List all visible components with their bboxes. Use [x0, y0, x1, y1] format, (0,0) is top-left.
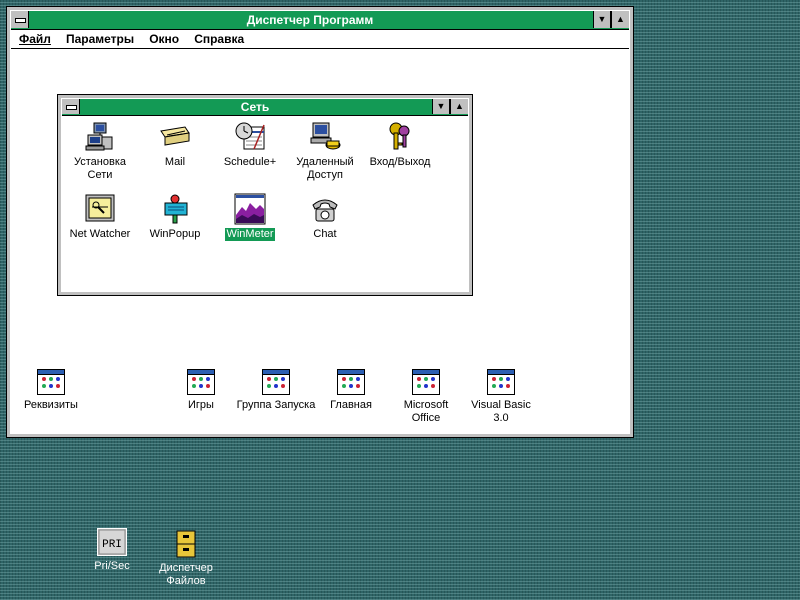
program-icon-network-setup[interactable]: Установка Сети [60, 121, 140, 182]
program-group-icon [262, 369, 290, 395]
group-label: Главная [330, 399, 372, 411]
desktop-icon-pri-sec[interactable]: PRI Pri/Sec [72, 528, 152, 573]
window-title: Диспетчер Программ [246, 13, 374, 27]
maximize-button[interactable]: ▲ [611, 11, 629, 28]
group-maximize-button[interactable]: ▲ [450, 99, 468, 114]
group-icon-startup[interactable]: Группа Запуска [231, 369, 321, 412]
program-icon-winmeter[interactable]: WinMeter [210, 193, 290, 241]
network-setup-icon [84, 121, 116, 153]
mail-icon [159, 121, 191, 153]
system-menu-icon [66, 105, 77, 110]
pri-badge-text: PRI [102, 539, 122, 551]
winmeter-icon [234, 193, 266, 225]
program-icon-winpopup[interactable]: WinPopup [135, 193, 215, 241]
file-manager-icon [175, 530, 197, 558]
icon-label: Вход/Выход [369, 156, 431, 168]
menu-window[interactable]: Окно [149, 30, 179, 48]
group-icon-ms-office[interactable]: Microsoft Office [386, 369, 466, 425]
minimize-button[interactable]: ▼ [593, 11, 611, 28]
icon-label: Net Watcher [69, 228, 131, 240]
icon-label: Chat [313, 228, 337, 240]
icon-label: Удаленный Доступ [296, 156, 354, 181]
program-icon-schedule[interactable]: Schedule+ [210, 121, 290, 169]
menu-bar: Файл Параметры Окно Справка [11, 30, 629, 49]
program-group-icon [187, 369, 215, 395]
system-menu-button[interactable] [11, 11, 29, 28]
menu-file[interactable]: Файл [19, 30, 51, 48]
program-icon-logon[interactable]: Вход/Выход [360, 121, 440, 169]
menu-options[interactable]: Параметры [66, 30, 134, 48]
logon-keys-icon [384, 121, 416, 153]
program-icon-chat[interactable]: Chat [285, 193, 365, 241]
group-label: Группа Запуска [236, 399, 316, 411]
program-icon-mail[interactable]: Mail [135, 121, 215, 169]
schedule-icon [234, 121, 266, 153]
program-icon-net-watcher[interactable]: Net Watcher [60, 193, 140, 241]
group-icon-visual-basic[interactable]: Visual Basic 3.0 [461, 369, 541, 425]
program-group-icon [37, 369, 65, 395]
group-label: Microsoft Office [403, 399, 449, 424]
program-manager-window[interactable]: Диспетчер Программ ▼ ▲ Файл Параметры Ок… [6, 6, 634, 438]
group-minimize-button[interactable]: ▼ [432, 99, 450, 114]
chat-phone-icon [309, 193, 341, 225]
network-group-titlebar[interactable]: Сеть ▼ ▲ [62, 99, 468, 116]
icon-label: Установка Сети [74, 156, 126, 181]
group-icon-accessories[interactable]: Реквизиты [11, 369, 91, 412]
desktop-icon-file-manager[interactable]: Диспетчер Файлов [146, 530, 226, 588]
group-icon-games[interactable]: Игры [161, 369, 241, 412]
desktop-icon-label: Pri/Sec [94, 560, 130, 572]
program-manager-titlebar[interactable]: Диспетчер Программ ▼ ▲ [11, 11, 629, 30]
network-group-window[interactable]: Сеть ▼ ▲ Установка Сети Mail Schedule+ У… [57, 94, 473, 296]
icon-label: Schedule+ [223, 156, 277, 168]
group-icon-main[interactable]: Главная [311, 369, 391, 412]
icon-label: Mail [164, 156, 186, 168]
program-icon-remote-access[interactable]: Удаленный Доступ [285, 121, 365, 182]
winpopup-icon [159, 193, 191, 225]
system-menu-icon [15, 18, 26, 23]
pri-sec-icon: PRI [97, 528, 127, 556]
group-title: Сеть [240, 100, 270, 114]
net-watcher-icon [84, 193, 116, 225]
program-group-icon [337, 369, 365, 395]
program-manager-workspace: Сеть ▼ ▲ Установка Сети Mail Schedule+ У… [11, 49, 629, 433]
icon-label: WinMeter [225, 228, 275, 241]
group-label: Игры [188, 399, 214, 411]
group-label: Реквизиты [24, 399, 78, 411]
program-group-icon [412, 369, 440, 395]
desktop-icon-label: Диспетчер Файлов [159, 562, 213, 587]
program-group-icon [487, 369, 515, 395]
icon-label: WinPopup [149, 228, 201, 240]
group-label: Visual Basic 3.0 [471, 399, 531, 424]
remote-access-icon [309, 121, 341, 153]
group-system-menu-button[interactable] [62, 99, 80, 114]
menu-help[interactable]: Справка [194, 30, 244, 48]
